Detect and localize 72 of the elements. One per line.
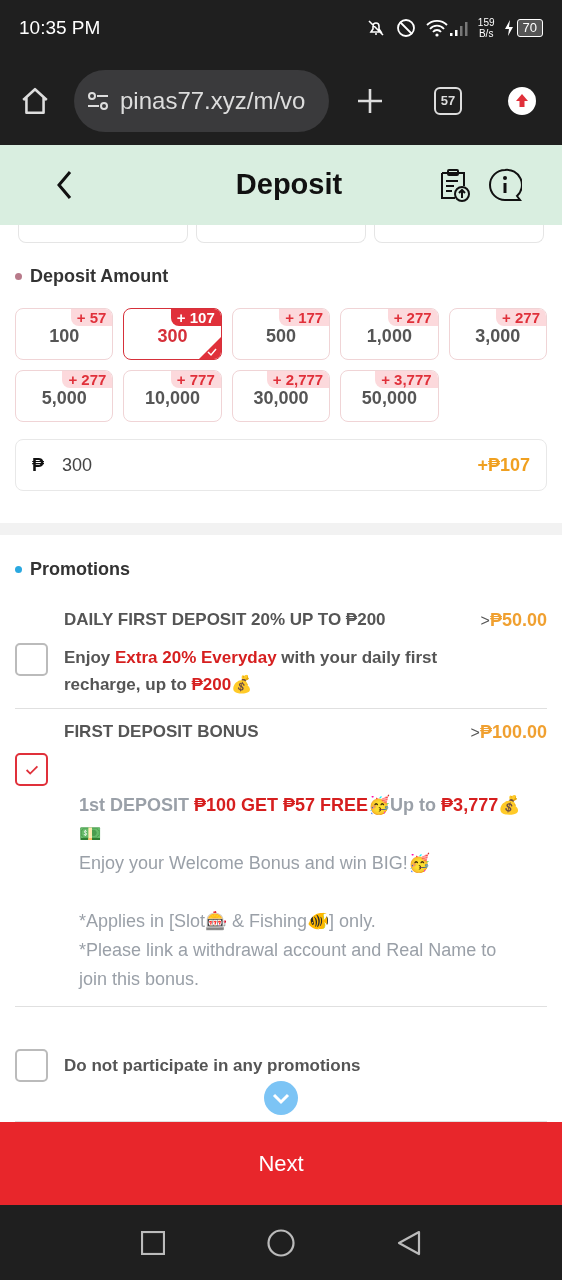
amount-prefix: >: [480, 611, 490, 631]
section-title: Promotions: [30, 558, 130, 581]
amount-option[interactable]: + 107 300: [123, 308, 222, 360]
home-icon[interactable]: [20, 85, 50, 116]
amount-option[interactable]: + 3,777 50,000: [340, 370, 439, 422]
network-speed: 159: [477, 17, 495, 28]
checkbox[interactable]: [15, 1049, 48, 1082]
bonus-badge: + 277: [62, 371, 113, 388]
bonus-badge: + 277: [387, 309, 438, 326]
amount-prefix: >: [470, 723, 480, 743]
promotion-detail: 💵: [79, 823, 102, 846]
url-text: pinas77.xyz/m/vo: [120, 85, 306, 116]
amount-option[interactable]: + 277 3,000: [448, 308, 547, 360]
checkbox[interactable]: [15, 643, 48, 676]
tab-count[interactable]: 57: [434, 86, 462, 115]
promotion-title: DAILY FIRST DEPOSIT 20% UP TO ₱200: [64, 609, 386, 631]
bonus-badge: + 57: [70, 309, 113, 326]
battery-indicator: 70: [516, 19, 543, 37]
amount-field[interactable]: ₱ 300 +₱107: [15, 439, 547, 491]
back-nav-icon[interactable]: [397, 1229, 421, 1256]
section-title: Deposit Amount: [30, 265, 169, 288]
amount-value: 300: [157, 324, 188, 348]
amount-value: 3,000: [475, 324, 521, 348]
next-button[interactable]: Next: [0, 1122, 562, 1205]
promotion-detail: Enjoy your Welcome Bonus and win BIG!🥳: [79, 851, 431, 875]
bonus-amount: +₱107: [477, 453, 530, 477]
promotion-amount: ₱100.00: [479, 721, 547, 744]
bonus-badge: + 777: [170, 371, 221, 388]
amount-value: 5,000: [41, 386, 87, 410]
wifi-icon: [425, 19, 448, 37]
info-icon[interactable]: [488, 168, 522, 202]
bonus-badge: + 3,777: [375, 371, 438, 388]
network-unit: B/s: [478, 28, 494, 39]
amount-value: 500: [265, 324, 296, 348]
block-icon: [395, 18, 416, 38]
checkbox[interactable]: [15, 753, 48, 786]
amount-value: 30,000: [253, 387, 309, 410]
amount-text: 300: [62, 453, 94, 477]
amount-option[interactable]: + 277 1,000: [340, 308, 439, 360]
amount-value: 100: [49, 324, 80, 348]
amount-option[interactable]: + 777 10,000: [123, 370, 222, 422]
bonus-badge: + 177: [279, 309, 330, 326]
amount-value: 10,000: [145, 386, 201, 410]
promotion-detail: *Please link a withdrawal account and Real Name to join this bonus.: [79, 939, 498, 991]
site-settings-icon[interactable]: [86, 90, 110, 111]
amount-option[interactable]: + 277 5,000: [15, 370, 114, 422]
amount-option[interactable]: + 2,777 30,000: [231, 370, 331, 422]
promotion-description: Enjoy Extra 20% Everyday with your daily first recharge, up to ₱200💰: [64, 647, 439, 696]
amount-option[interactable]: + 57 100: [15, 308, 114, 360]
selected-check-icon: [198, 337, 221, 359]
home-button-icon[interactable]: [267, 1228, 295, 1257]
clock: 10:35 PM: [19, 15, 101, 40]
bonus-badge: + 277: [496, 309, 546, 326]
bonus-badge: + 2,777: [266, 371, 330, 388]
amount-option[interactable]: + 177 500: [231, 308, 331, 360]
address-bar[interactable]: pinas77.xyz/m/vo: [74, 69, 329, 132]
new-tab-icon[interactable]: [356, 86, 384, 115]
mute-icon: [365, 18, 386, 38]
promotion-amount: ₱50.00: [489, 609, 547, 632]
amount-value: 1,000: [366, 324, 412, 348]
signal-icon: [447, 19, 470, 37]
currency-symbol: ₱: [32, 453, 44, 477]
recents-icon[interactable]: [141, 1230, 165, 1255]
promotion-detail: 1st DEPOSIT ₱100 GET ₱57 FREE🥳Up to ₱3,777💰: [79, 793, 522, 817]
promotion-detail: *Applies in [Slot🎰 & Fishing🐠] only.: [79, 910, 377, 933]
bonus-badge: + 107: [170, 309, 221, 326]
promotion-title: FIRST DEPOSIT BONUS: [64, 721, 259, 743]
amount-value: 50,000: [361, 387, 417, 410]
back-icon[interactable]: [56, 170, 72, 200]
opt-out-label: Do not participate in any promotions: [64, 1054, 361, 1077]
page-title: Deposit: [234, 167, 344, 203]
update-icon[interactable]: [508, 86, 536, 115]
